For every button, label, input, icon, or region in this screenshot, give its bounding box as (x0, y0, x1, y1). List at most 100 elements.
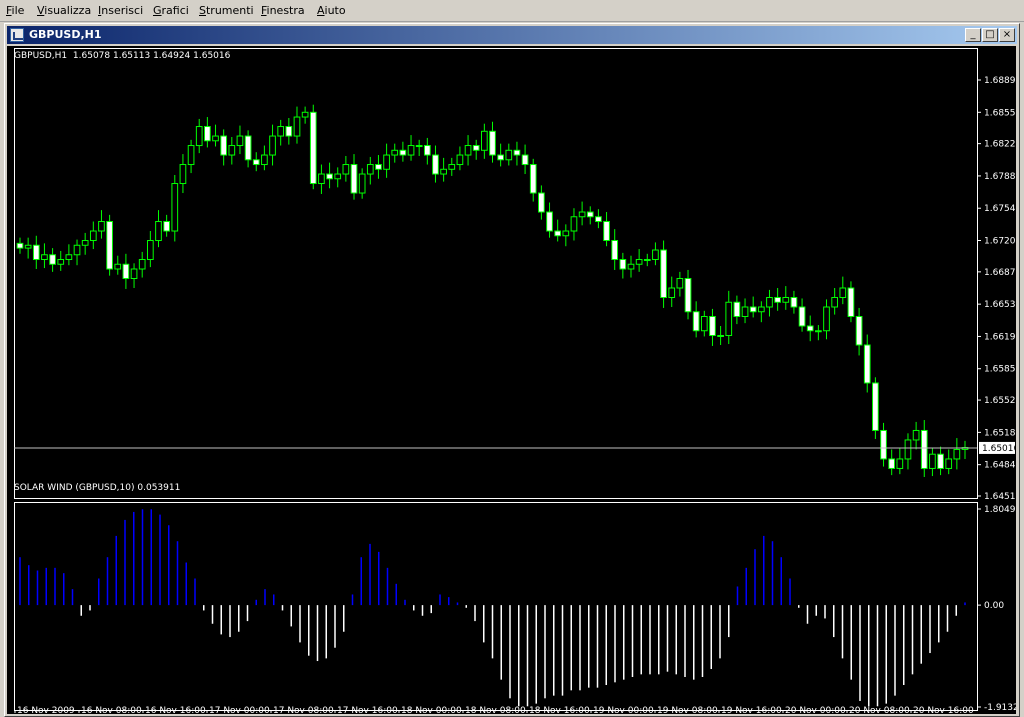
candle-body-bull (358, 173, 366, 194)
candle (179, 154, 187, 194)
candle-body-bear (375, 164, 382, 170)
candle (619, 252, 627, 279)
price-tick-label: 1.65520 (984, 396, 1017, 406)
menu-file[interactable]: File (6, 4, 24, 17)
candle-body-bear (603, 221, 610, 242)
candle-body-bull (407, 145, 415, 156)
candle (815, 325, 822, 341)
menu-bar: File Visualizza Inserisci Grafici Strume… (0, 0, 1024, 22)
candle (953, 438, 961, 470)
candle (586, 206, 594, 225)
candle (261, 145, 268, 171)
candle-body-bull (717, 334, 724, 337)
candle (635, 249, 643, 272)
candle-body-bull (904, 439, 912, 460)
candle (106, 214, 113, 276)
candle (896, 447, 904, 475)
candle (847, 281, 855, 323)
menu-strumenti[interactable]: Strumenti (199, 4, 254, 17)
time-tick-label: 18 Nov 00:00 (401, 706, 462, 714)
candle-body-bear (611, 240, 619, 261)
menu-visualizza[interactable]: Visualizza (37, 4, 91, 17)
candle (937, 446, 944, 476)
price-panel-frame (14, 48, 978, 499)
candle-body-bear (106, 221, 113, 270)
candle (342, 155, 350, 182)
candle-body-bear (521, 154, 529, 166)
candle (562, 224, 570, 247)
menu-finestra[interactable]: Finestra (261, 4, 305, 17)
candle-body-bear (660, 249, 667, 298)
candle (138, 251, 146, 278)
candle (823, 299, 830, 340)
menu-aiuto[interactable]: Aiuto (317, 4, 346, 17)
candle (611, 229, 619, 270)
candle (741, 298, 749, 324)
menu-inserisci[interactable]: Inserisci (98, 4, 143, 17)
candle-body-bear (350, 164, 358, 194)
candle (513, 141, 521, 166)
candle (684, 269, 692, 320)
candle-body-bull (73, 244, 81, 256)
candle (863, 334, 871, 393)
candle-body-bear (774, 296, 781, 303)
candle (733, 295, 741, 325)
time-tick-label: 19 Nov 16:00 (721, 706, 782, 714)
chart-window-icon[interactable] (10, 28, 24, 42)
window-titlebar[interactable]: GBPUSD,H1 _ □ × (7, 26, 1017, 44)
candle (89, 221, 97, 250)
candle (146, 231, 154, 268)
candle-body-bull (945, 458, 953, 469)
price-tick-label: 1.66870 (984, 268, 1017, 278)
candle (872, 377, 879, 440)
candle-body-bull (896, 458, 904, 469)
candle-body-bear (529, 164, 537, 194)
candle-body-bull (24, 244, 32, 249)
candle (757, 301, 765, 323)
candle (423, 137, 431, 165)
candle-body-bull (725, 301, 733, 336)
candle-body-bull (187, 145, 195, 166)
candle-body-bull (114, 263, 122, 270)
candle-body-bear (692, 311, 700, 332)
candle-body-bear (244, 135, 252, 161)
candle-body-bull (440, 168, 447, 175)
candle (318, 164, 325, 194)
candle (399, 141, 407, 162)
candle (41, 243, 48, 269)
candle-body-bear (423, 145, 431, 156)
candle-body-bull (831, 296, 839, 308)
candle-body-bear (163, 221, 170, 232)
candle (212, 124, 219, 147)
price-tick-label: 1.67880 (984, 172, 1017, 182)
indicator-value: 0.053911 (137, 483, 181, 493)
candle-body-bear (489, 130, 496, 156)
restore-button[interactable]: □ (982, 28, 998, 42)
chart-canvas[interactable]: 1.68890 1.68550 1.68220 1.67880 1.67540 1.672… (7, 46, 1017, 714)
candle-body-bear (399, 149, 407, 156)
candle-body-bull (782, 296, 790, 303)
menu-grafici[interactable]: Grafici (153, 4, 189, 17)
candle-body-bear (204, 126, 211, 142)
candle-body-bull (676, 278, 684, 289)
candle-body-bear (497, 154, 504, 161)
candle-body-bear (432, 154, 439, 175)
candle (961, 440, 969, 459)
candle-body-bull (65, 254, 73, 261)
candle-body-bull (301, 111, 309, 118)
candle-body-bull (277, 126, 285, 137)
chart-area[interactable]: 1.68890 1.68550 1.68220 1.67880 1.67540 1.672… (7, 46, 1017, 714)
candle-body-bull (505, 149, 513, 161)
time-tick-label: 19 Nov 00:00 (593, 706, 654, 714)
candle-body-bear (252, 159, 260, 166)
candle-body-bull (757, 306, 765, 313)
candle-body-bull (130, 268, 138, 280)
candle (700, 310, 708, 337)
minimize-button[interactable]: _ (965, 28, 981, 42)
candle (749, 296, 757, 318)
chart-symbol: GBPUSD,H1 (14, 51, 68, 61)
close-button[interactable]: × (999, 28, 1015, 42)
candle-body-bull (741, 306, 749, 317)
chart-ohlc: 1.65078 1.65113 1.64924 1.65016 (72, 51, 231, 61)
candle-body-bear (554, 230, 562, 237)
